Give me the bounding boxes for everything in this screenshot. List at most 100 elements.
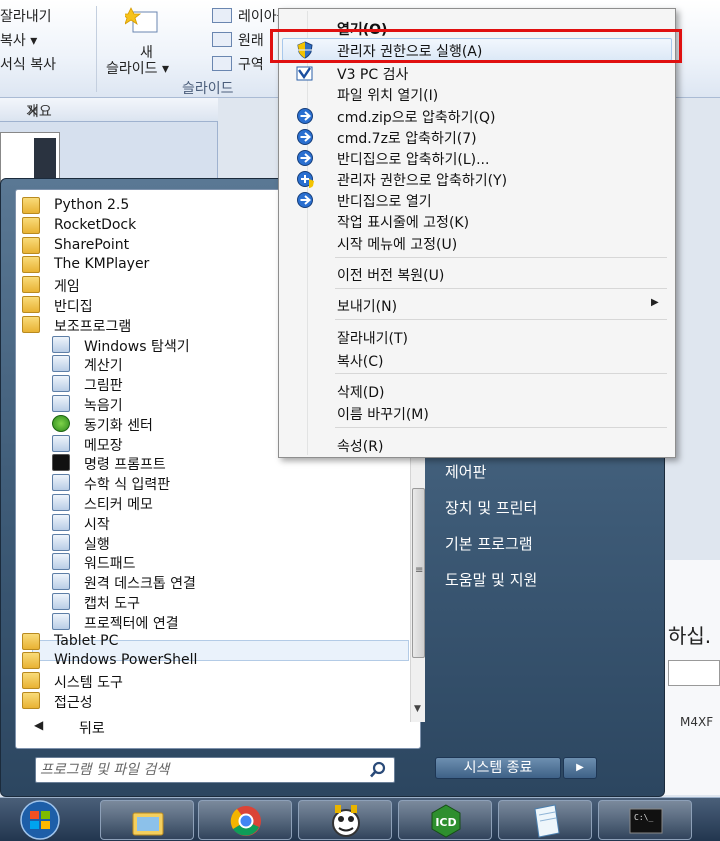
getting-started-icon	[52, 513, 70, 531]
folder-icon	[22, 236, 40, 254]
context-menu-item-label: cmd.zip으로 압축하기(Q)	[337, 110, 496, 126]
control-panel-link[interactable]: 제어판	[445, 461, 486, 485]
context-menu-item-label: 시작 메뉴에 고정(U)	[337, 237, 458, 253]
sticky-notes-icon	[52, 494, 70, 511]
reset-icon	[212, 32, 232, 47]
program-item[interactable]: 수학 식 입력판	[52, 473, 402, 493]
ribbon-group-label: 슬라이드	[182, 81, 234, 97]
context-menu-item[interactable]: 복사(C)	[281, 349, 673, 371]
scrollbar-grip-icon: ≡	[415, 565, 424, 576]
program-label: 동기화 센터	[84, 417, 153, 434]
folder-icon	[22, 632, 40, 650]
search-input[interactable]	[40, 760, 360, 780]
context-menu-separator	[335, 319, 667, 320]
context-menu-item[interactable]: 관리자 권한으로 압축하기(Y)	[281, 168, 673, 190]
shutdown-button[interactable]: 시스템 종료	[435, 757, 561, 779]
remote-desktop-icon	[52, 573, 70, 591]
context-menu-item-label: V3 PC 검사	[337, 67, 409, 83]
context-menu-item[interactable]: 잘라내기(T)	[281, 326, 673, 348]
program-item[interactable]: 캡처 도구	[52, 592, 402, 612]
program-item[interactable]: 프로젝터에 연결	[52, 612, 402, 632]
background-dialog-text: 하십.	[668, 624, 712, 648]
program-label: 메모장	[84, 437, 123, 454]
chrome-icon	[230, 806, 261, 836]
program-item[interactable]: 접근성	[22, 691, 402, 711]
background-dialog-input	[668, 660, 720, 686]
context-menu-item-label: 반디집으로 열기	[337, 194, 432, 210]
close-icon[interactable]: ×	[26, 101, 39, 120]
cmd-taskbar-icon: C:\_	[629, 808, 663, 834]
context-menu-item[interactable]: 속성(R)	[281, 434, 673, 456]
program-label: 게임	[54, 279, 80, 296]
calculator-icon	[52, 355, 70, 373]
new-slide-dropdown[interactable]: 슬라이드 ▾	[106, 58, 169, 78]
context-menu-item[interactable]: 삭제(D)	[281, 380, 673, 402]
bandizip-icon	[297, 192, 313, 208]
folder-icon	[22, 256, 40, 274]
bandizip-shield-icon	[297, 171, 314, 188]
ribbon-separator	[96, 6, 97, 92]
program-label: Windows 탐색기	[84, 338, 190, 355]
context-menu-item[interactable]: 보내기(N) ▶	[281, 294, 673, 316]
context-menu-item[interactable]: cmd.zip으로 압축하기(Q)	[281, 105, 673, 127]
reset-button[interactable]: 원래	[238, 30, 264, 50]
program-item[interactable]: 워드패드	[52, 552, 402, 572]
svg-text:C:\_: C:\_	[634, 813, 653, 822]
wordpad-icon	[52, 553, 70, 571]
context-menu-item[interactable]: 반디집으로 열기	[281, 189, 673, 211]
program-item[interactable]: 시스템 도구	[22, 671, 402, 691]
program-item[interactable]: 시작	[52, 513, 402, 533]
taskbar-button[interactable]	[198, 800, 292, 840]
folder-icon	[22, 315, 40, 333]
context-menu-item[interactable]: cmd.7z로 압축하기(7)	[281, 126, 673, 148]
start-orb-icon[interactable]	[10, 799, 70, 841]
program-label: 시스템 도구	[54, 675, 123, 692]
v3-icon	[296, 66, 313, 81]
taskbar-button[interactable]	[100, 800, 194, 840]
program-item[interactable]: 스티커 메모	[52, 493, 402, 513]
section-button[interactable]: 구역	[238, 54, 264, 74]
context-menu-item-label: 이전 버전 복원(U)	[337, 268, 445, 284]
back-arrow-icon: ◀	[34, 718, 44, 732]
program-label: 실행	[84, 536, 110, 553]
context-menu-item[interactable]: 이전 버전 복원(U)	[281, 263, 673, 285]
taskbar-button[interactable]	[498, 800, 592, 840]
context-menu-item[interactable]: V3 PC 검사	[281, 62, 673, 84]
program-item[interactable]: Tablet PC	[22, 632, 402, 652]
copy-button[interactable]: 복사 ▾	[0, 30, 37, 50]
taskbar-button[interactable]: ICD	[398, 800, 492, 840]
context-menu-item[interactable]: 시작 메뉴에 고정(U)	[281, 232, 673, 254]
context-menu-item[interactable]: 반디집으로 압축하기(L)...	[281, 147, 673, 169]
scroll-down-icon[interactable]: ▼	[414, 704, 421, 714]
context-menu-item[interactable]: 이름 바꾸기(M)	[281, 402, 673, 424]
default-programs-link[interactable]: 기본 프로그램	[445, 533, 533, 557]
search-icon[interactable]	[368, 761, 388, 779]
taskbar-button[interactable]	[298, 800, 392, 840]
scrollbar-thumb[interactable]: ≡	[412, 488, 425, 658]
search-box[interactable]	[35, 757, 395, 783]
help-support-link[interactable]: 도움말 및 지원	[445, 569, 537, 593]
context-menu-item-label: 관리자 권한으로 압축하기(Y)	[337, 173, 508, 189]
bandizip-icon	[297, 150, 313, 166]
cut-button[interactable]: 잘라내기	[0, 6, 52, 26]
context-menu: 열기(O) 관리자 권한으로 실행(A) V3 PC 검사 파일 위치 열기(I) cm…	[278, 8, 676, 458]
program-label: 프로젝터에 연결	[84, 615, 179, 632]
program-label: 캡처 도구	[84, 596, 140, 612]
svg-text:ICD: ICD	[435, 816, 456, 829]
context-menu-item-label: 잘라내기(T)	[337, 331, 408, 347]
taskbar-button[interactable]: C:\_	[598, 800, 692, 840]
bandizip-taskbar-icon: ICD	[431, 804, 461, 838]
program-item[interactable]: 실행	[52, 533, 402, 553]
new-slide-icon[interactable]	[125, 6, 159, 36]
context-menu-item[interactable]: 파일 위치 열기(I)	[281, 83, 673, 105]
program-label: Tablet PC	[54, 632, 119, 649]
devices-printers-link[interactable]: 장치 및 프린터	[445, 497, 537, 521]
context-menu-item[interactable]: 작업 표시줄에 고정(K)	[281, 210, 673, 232]
format-painter-button[interactable]: 서식 복사	[0, 54, 56, 74]
back-button[interactable]: ◀ 뒤로	[15, 715, 405, 739]
shutdown-options-button[interactable]: ▶	[563, 757, 597, 779]
program-item[interactable]: 원격 데스크톱 연결	[52, 572, 402, 592]
program-item[interactable]: Windows PowerShell	[22, 651, 402, 671]
back-label: 뒤로	[79, 721, 105, 737]
outline-tab[interactable]: 개요 ×	[0, 98, 218, 122]
